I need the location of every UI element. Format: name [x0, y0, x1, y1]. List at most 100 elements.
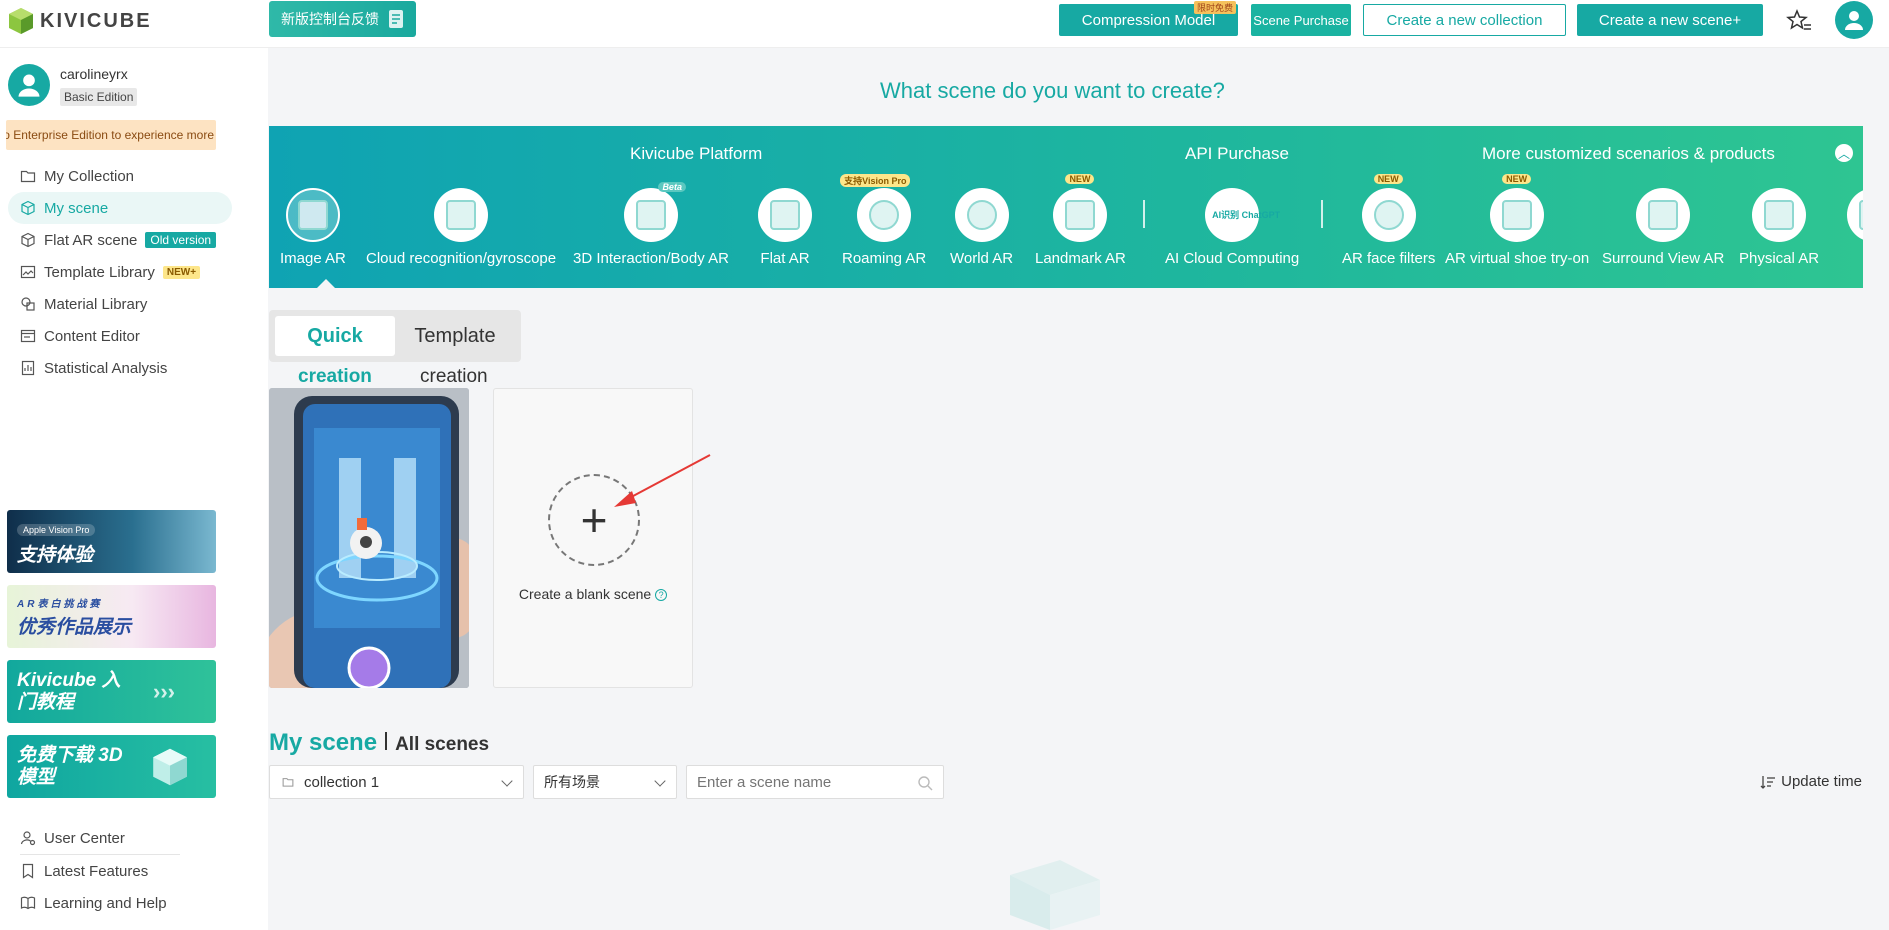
banner-label: Kivicube 入门教程 [17, 669, 121, 713]
notepad-icon [389, 10, 403, 28]
free-tag: 限时免费 [1193, 1, 1236, 14]
blank-scene-label: Create a blank scene [518, 586, 652, 602]
sidebar-item-user-center[interactable]: User Center [8, 822, 232, 854]
shoe-icon: NEW [1490, 174, 1545, 242]
create-scene-button[interactable]: Create a new scene+ [1577, 4, 1763, 36]
compression-model-button[interactable]: Compression Model 限时免费 [1059, 1, 1238, 36]
cube-icon [21, 200, 35, 216]
scene-type-surround-view[interactable]: Surround View AR [1602, 188, 1724, 267]
scene-type-ai-cloud[interactable]: AI识别 ChatGPT AI Cloud Computing [1165, 188, 1299, 267]
collection-select[interactable]: collection 1 [269, 765, 524, 799]
scene-type-3d-interaction[interactable]: Beta 3D Interaction/Body AR [573, 182, 729, 267]
sidebar-item-flat-ar-scene[interactable]: Flat AR scene Old version [8, 224, 232, 256]
star-list-icon[interactable] [1786, 8, 1812, 34]
bookmark-icon [22, 863, 34, 879]
chevrons-icon: ››› [153, 678, 175, 704]
tab-quick-creation[interactable]: Quick [275, 316, 395, 356]
scene-type-label: 3D Interaction/Body AR [573, 250, 729, 267]
sidebar-item-label: Learning and Help [44, 894, 167, 912]
edition-badge: Basic Edition [60, 88, 138, 106]
top-bar: KIVICUBE 新版控制台反馈 Compression Model 限时免费 … [0, 0, 1889, 48]
template-sub-label: creation [420, 366, 488, 387]
all-scenes-tab[interactable]: All scenes [395, 734, 489, 756]
sidebar-item-label: Material Library [44, 295, 148, 313]
search-input[interactable] [697, 773, 907, 791]
help-icon[interactable]: ? [655, 589, 668, 601]
sidebar-item-template-library[interactable]: Template Library NEW+ [8, 256, 232, 288]
scene-type-world-ar[interactable]: World AR [950, 188, 1013, 267]
scene-type-select[interactable]: 所有场景 [533, 765, 677, 799]
cube-icon [153, 748, 187, 785]
feedback-label: 新版控制台反馈 [281, 11, 379, 27]
sidebar-item-statistical-analysis[interactable]: Statistical Analysis [8, 352, 232, 384]
scene-type-label: Flat AR [760, 250, 810, 267]
chevron-down-icon [501, 775, 513, 787]
sidebar-item-content-editor[interactable]: Content Editor [8, 320, 232, 352]
folder-icon [282, 778, 294, 787]
quick-sub-label: creation [298, 366, 372, 387]
logo[interactable]: KIVICUBE [6, 6, 152, 36]
compression-model-label: Compression Model [1081, 11, 1216, 29]
scene-type-label: Landmark AR [1035, 250, 1126, 267]
search-icon[interactable] [917, 775, 933, 791]
scene-type-roaming-ar[interactable]: 支持Vision Pro Roaming AR [840, 174, 926, 267]
sort-icon [1760, 775, 1776, 789]
banner-label: 支持体验 [17, 544, 94, 566]
banner-vision-pro[interactable]: Apple Vision Pro 支持体验 [7, 510, 216, 573]
feedback-button[interactable]: 新版控制台反馈 [269, 1, 416, 37]
template-thumbnail[interactable] [269, 388, 469, 688]
scene-type-more[interactable]: Tr [1847, 188, 1863, 267]
create-scene-label: Create a new scene+ [1598, 11, 1742, 29]
image-icon [20, 265, 36, 279]
sidebar-item-learning-help[interactable]: Learning and Help [8, 887, 232, 919]
collection-value: collection 1 [304, 773, 380, 791]
book-icon [20, 896, 36, 910]
scene-type-face-filters[interactable]: NEW AR face filters [1342, 174, 1436, 267]
landmark-ar-icon: NEW [1053, 174, 1108, 242]
top-avatar[interactable] [1835, 1, 1873, 39]
sidebar-item-label: Content Editor [44, 327, 140, 345]
scene-type-image-ar[interactable]: Image AR [280, 188, 346, 267]
chatgpt-icon-text: AI识别 ChatGPT [1212, 209, 1281, 220]
section-kivicube-platform: Kivicube Platform [630, 144, 763, 163]
scene-type-flat-ar[interactable]: Flat AR [758, 188, 812, 267]
scene-type-shoe-try-on[interactable]: NEW AR virtual shoe try-on [1445, 174, 1589, 267]
chevron-down-icon [654, 775, 666, 787]
new-tag: NEW [1065, 174, 1095, 184]
banner-showcase[interactable]: AR表白挑战赛 优秀作品展示 [7, 585, 216, 648]
shapes-icon [21, 297, 35, 311]
collapse-icon[interactable]: ︿ [1835, 144, 1853, 162]
sidebar-nav: My Collection My scene Flat AR scene Old… [8, 160, 232, 384]
scene-type-landmark-ar[interactable]: NEW Landmark AR [1035, 174, 1126, 267]
banner-sub: Apple Vision Pro [17, 523, 96, 536]
sidebar-item-my-collection[interactable]: My Collection [8, 160, 232, 192]
sidebar-item-label: Template Library [44, 263, 155, 281]
banner-tutorial[interactable]: Kivicube 入门教程 ››› [7, 660, 216, 723]
scene-type-physical-ar[interactable]: Physical AR [1739, 188, 1819, 267]
tab-template-creation[interactable]: Template [395, 316, 515, 356]
sidebar-item-latest-features[interactable]: Latest Features [8, 855, 232, 887]
new-tag: NEW+ [162, 265, 201, 279]
create-collection-button[interactable]: Create a new collection [1363, 4, 1566, 36]
scene-type-label: World AR [950, 250, 1014, 267]
sort-update-time[interactable]: Update time [1760, 773, 1862, 790]
scene-type-panel: Kivicube Platform API Purchase More cust… [269, 126, 1863, 288]
face-filter-icon: NEW [1361, 174, 1416, 242]
scene-type-label: AR face filters [1342, 250, 1436, 267]
sidebar-item-label: Latest Features [44, 862, 149, 880]
sidebar-item-my-scene[interactable]: My scene [8, 192, 232, 224]
avatar[interactable] [8, 64, 50, 106]
upgrade-banner[interactable]: grade to Enterprise Edition to experienc… [6, 120, 216, 150]
scene-type-cloud-recognition[interactable]: Cloud recognition/gyroscope [366, 188, 556, 267]
flat-ar-icon [758, 188, 812, 242]
scene-purchase-button[interactable]: Scene Purchase [1251, 4, 1351, 36]
sidebar-item-label: User Center [44, 829, 125, 847]
scene-type-label: AI Cloud Computing [1165, 250, 1300, 267]
my-scene-header: My scene All scenes [269, 729, 489, 757]
scene-type-label: Surround View AR [1602, 250, 1725, 267]
beta-tag: Beta [658, 182, 686, 192]
sidebar-bottom-nav: User Center Latest Features Learning and… [8, 822, 232, 919]
sidebar-item-material-library[interactable]: Material Library [8, 288, 232, 320]
create-blank-scene-card[interactable]: + Create a blank scene ? [493, 388, 693, 688]
banner-download-3d[interactable]: 免费下载 3D模型 [7, 735, 216, 798]
